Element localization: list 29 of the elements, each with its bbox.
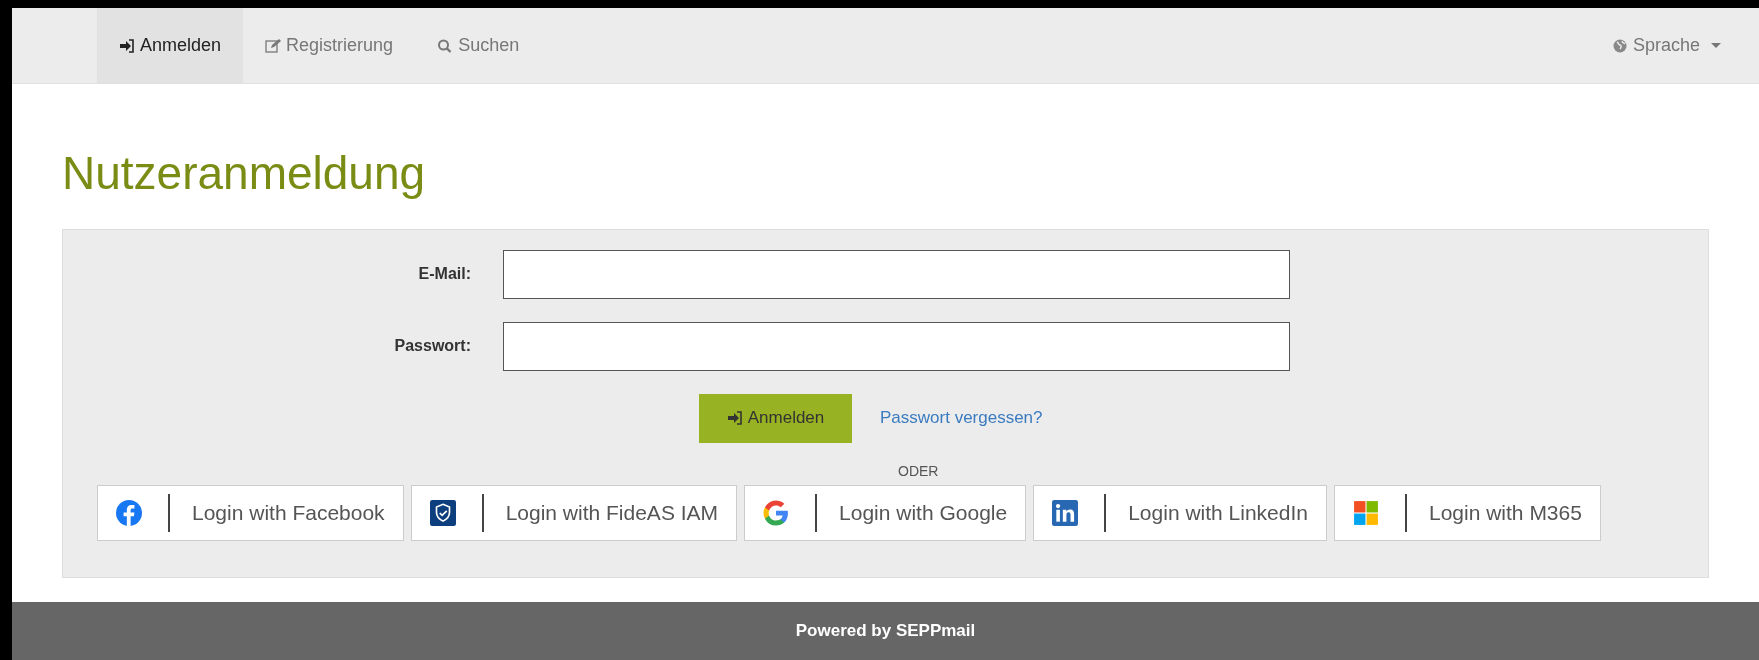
input-field[interactable] xyxy=(503,321,1290,371)
nav-tab[interactable]: Anmelden xyxy=(97,8,244,83)
linkedin-icon xyxy=(1052,499,1079,526)
input-field[interactable] xyxy=(503,249,1290,299)
sign-in-icon xyxy=(119,38,135,53)
shield-icon xyxy=(429,499,456,526)
language-dropdown[interactable]: Sprache xyxy=(1611,8,1721,83)
nav-tab[interactable]: Suchen xyxy=(415,8,542,83)
field-label: E-Mail: xyxy=(417,265,472,284)
microsoft-icon xyxy=(1353,499,1379,526)
social-login-button[interactable]: Login with FideAS IAM xyxy=(410,484,738,541)
nav-tab[interactable]: Registrierung xyxy=(243,8,416,83)
edit-icon xyxy=(265,38,282,53)
globe-icon xyxy=(1611,38,1628,53)
forgot-password-link[interactable]: Passwort vergessen? xyxy=(880,408,1043,429)
social-login-button[interactable]: Login with Facebook xyxy=(97,484,404,541)
page-title: Nutzeranmeldung xyxy=(62,148,427,199)
login-button[interactable]: Anmelden xyxy=(699,393,852,443)
search-icon xyxy=(437,38,454,53)
google-icon xyxy=(763,499,790,526)
footer-text: Powered by SEPPmail xyxy=(795,621,976,641)
facebook-icon xyxy=(116,499,142,526)
sign-in-icon xyxy=(726,411,743,426)
social-login-button[interactable]: Login with LinkedIn xyxy=(1033,484,1327,541)
field-label: Passwort: xyxy=(393,337,472,356)
social-login-button[interactable]: Login with M365 xyxy=(1334,484,1601,541)
caret-icon xyxy=(1711,43,1721,48)
separator-text: ODER xyxy=(898,462,939,479)
social-login-button[interactable]: Login with Google xyxy=(744,484,1027,541)
